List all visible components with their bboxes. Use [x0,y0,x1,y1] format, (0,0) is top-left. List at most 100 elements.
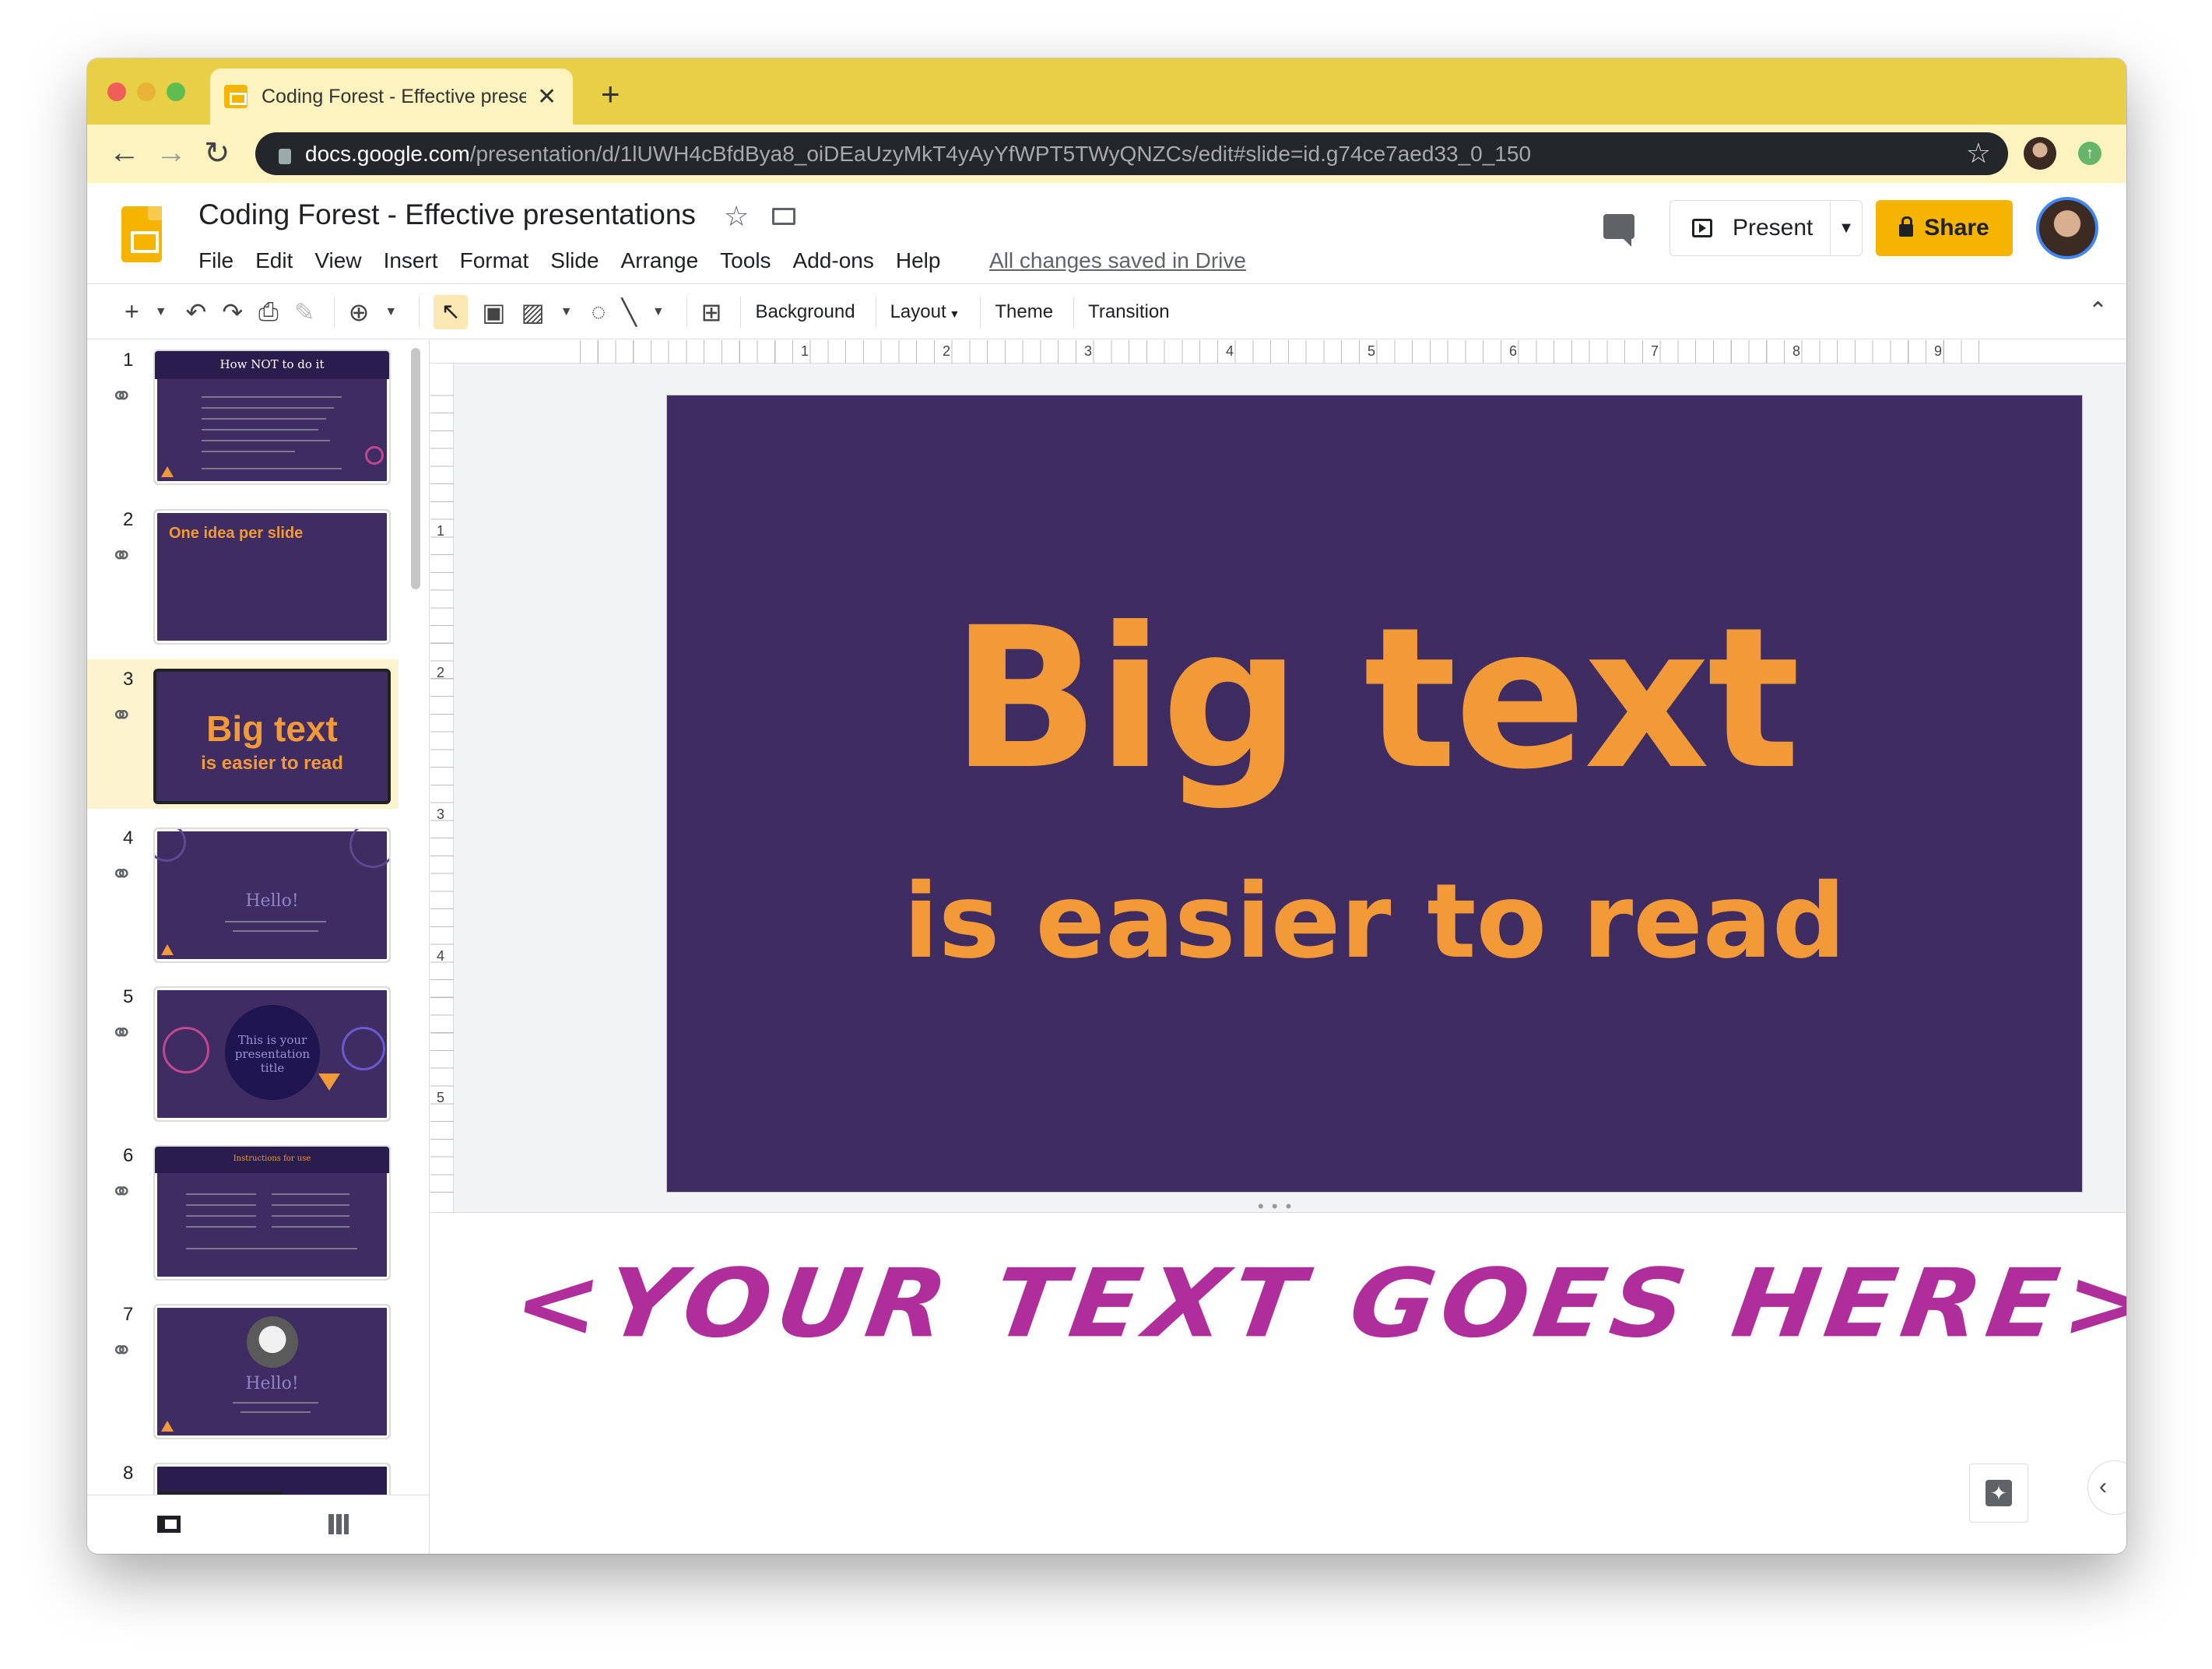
link-icon: ⚭ [111,701,133,730]
layout-button[interactable]: Layout ▼ [890,301,960,323]
image-icon[interactable]: ▨ [521,297,544,327]
shape-icon[interactable]: ◌ [592,297,606,326]
slide-thumbnail-5[interactable]: 5 ⚭ This is your presentation title [87,977,399,1126]
thumb-text-line [186,1248,357,1249]
maximize-window-button[interactable] [167,83,185,101]
ruler-number: 7 [1651,343,1659,359]
filmstrip-scrollbar[interactable] [411,348,420,589]
explore-button[interactable]: ✦ [1969,1463,2028,1523]
thumbnail-preview: Hello! [153,827,391,963]
horizontal-ruler: 1 2 3 4 5 6 7 8 9 [430,340,2126,364]
document-title[interactable]: Coding Forest - Effective presentations [198,199,696,231]
minimize-window-button[interactable] [137,83,156,101]
print-icon[interactable]: ⎙ [258,297,279,327]
ruler-number: 3 [1084,343,1093,359]
menu-arrange[interactable]: Arrange [621,248,699,273]
toolbar-divider [333,296,335,328]
browser-window: Coding Forest - Effective presentations … [87,58,2126,1554]
ruler-number: 5 [1368,343,1376,359]
back-arrow-icon[interactable]: ← [109,135,140,170]
slide-thumbnail-7[interactable]: 7 ⚭ Hello! [87,1295,399,1444]
new-slide-dropdown-icon[interactable]: ▼ [155,305,167,319]
notes-resize-handle[interactable]: • • • [1258,1196,1293,1212]
thumb-title: Hello! [245,1374,299,1393]
address-bar[interactable]: docs.google.com /presentation/d/1lUWH4cB… [255,132,2008,175]
star-icon[interactable]: ☆ [724,200,749,233]
new-tab-button[interactable]: + [601,76,620,113]
browser-tab[interactable]: Coding Forest - Effective presentations … [210,69,573,125]
link-icon: ⚭ [111,859,133,889]
present-button-group: Present ▼ [1670,200,1863,256]
slide-number: 8 [123,1463,134,1484]
transition-button[interactable]: Transition [1088,301,1169,323]
menu-bar: File Edit View Insert Format Slide Arran… [198,248,962,273]
select-cursor-icon[interactable]: ↖ [434,294,469,329]
reload-icon[interactable]: ↻ [204,135,230,171]
zoom-dropdown-icon[interactable]: ▼ [384,305,397,319]
menu-help[interactable]: Help [896,248,941,273]
tab-close-icon[interactable]: ✕ [537,83,557,111]
line-icon[interactable]: ╲ [622,297,637,327]
thumb-text-line [272,1226,349,1228]
background-button[interactable]: Background [755,301,855,323]
close-window-button[interactable] [107,83,126,101]
present-button[interactable]: Present [1670,201,1831,255]
forward-arrow-icon[interactable]: → [156,135,187,170]
speaker-notes-text[interactable]: <YOUR TEXT GOES HERE> [507,1249,2126,1359]
slide-thumbnail-4[interactable]: 4 ⚭ Hello! [87,818,399,968]
thumb-text-line [186,1215,256,1217]
current-slide[interactable]: Big text is easier to read [666,395,2083,1193]
menu-view[interactable]: View [314,248,361,273]
paint-format-icon[interactable]: ✎ [294,297,315,327]
thumbnail-preview: Hello! [153,1304,391,1439]
filmstrip-view-icon[interactable] [157,1516,181,1533]
slide-subtitle-text[interactable]: is easier to read [667,870,2082,973]
theme-button[interactable]: Theme [995,301,1053,323]
comment-history-icon[interactable] [1603,214,1634,247]
thumb-ring-shape [342,1027,385,1070]
present-dropdown-icon[interactable]: ▼ [1831,220,1862,237]
move-folder-icon[interactable] [772,208,795,225]
toolbar-divider [740,296,742,328]
zoom-icon[interactable]: ⊕ [349,297,370,327]
grid-view-icon[interactable] [328,1514,349,1534]
image-dropdown-icon[interactable]: ▼ [560,305,573,319]
browser-profile-avatar[interactable] [2024,137,2056,170]
menu-tools[interactable]: Tools [720,248,771,273]
slide-thumbnail-1[interactable]: 1 ⚭ How NOT to do it [87,340,399,490]
text-box-icon[interactable]: ▣ [482,297,505,327]
line-dropdown-icon[interactable]: ▼ [652,305,665,319]
slide-thumbnail-3[interactable]: 3 ⚭ Big text is easier to read [87,659,399,809]
slides-favicon-icon [224,85,248,108]
redo-icon[interactable]: ↷ [222,297,243,327]
thumb-triangle-shape [161,466,174,477]
menu-file[interactable]: File [198,248,233,273]
slides-logo-icon[interactable] [121,206,162,262]
add-comment-icon[interactable]: ⊞ [701,297,722,327]
explore-icon: ✦ [1986,1480,2012,1506]
slide-filmstrip: 1 ⚭ How NOT to do it 2 ⚭ One idea per sl… [87,340,430,1554]
undo-icon[interactable]: ↶ [186,297,207,327]
filmstrip-view-toggle [87,1495,429,1554]
new-slide-icon[interactable]: + [125,297,139,326]
collapse-chevron-icon[interactable]: ⌃ [2088,297,2108,325]
speaker-notes[interactable]: <YOUR TEXT GOES HERE> ✦ ‹ [430,1212,2126,1554]
extension-icon[interactable]: ↑ [2078,142,2101,165]
slide-thumbnail-2[interactable]: 2 ⚭ One idea per slide [87,500,399,649]
save-status[interactable]: All changes saved in Drive [989,248,1246,273]
menu-insert[interactable]: Insert [384,248,438,273]
toolbar-divider [686,296,687,328]
slide-big-text[interactable]: Big text [667,602,2082,796]
account-avatar[interactable] [2036,197,2098,259]
share-button[interactable]: Share [1876,200,2013,256]
thumb-text-line [233,1402,318,1404]
menu-slide[interactable]: Slide [550,248,599,273]
bookmark-star-icon[interactable]: ☆ [1966,137,1991,170]
thumb-text-line [202,451,295,452]
thumb-text-line [202,440,330,441]
menu-format[interactable]: Format [460,248,529,273]
slide-thumbnail-6[interactable]: 6 ⚭ Instructions for use [87,1136,399,1285]
menu-addons[interactable]: Add-ons [793,248,874,273]
side-panel-toggle-icon[interactable]: ‹ [2087,1460,2126,1515]
menu-edit[interactable]: Edit [255,248,293,273]
